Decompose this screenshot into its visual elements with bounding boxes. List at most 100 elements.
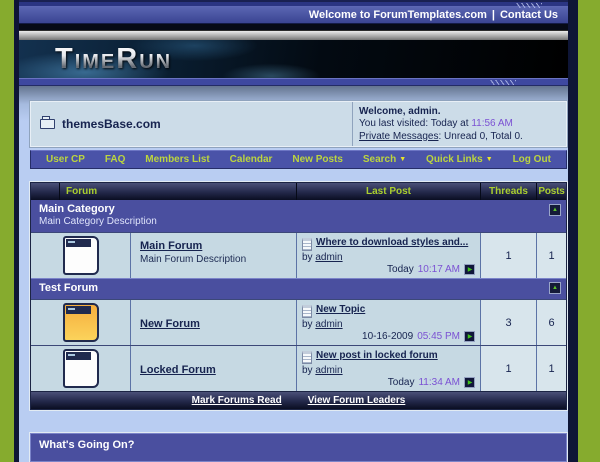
collapse-category-button[interactable]: ▲ xyxy=(549,204,561,216)
forum-link-new-forum[interactable]: New Forum xyxy=(140,318,200,330)
threads-count: 1 xyxy=(480,233,536,278)
welcome-box: Welcome, admin. You last visited: Today … xyxy=(352,101,566,146)
category-row-main: Main Category Main Category Description … xyxy=(31,200,566,232)
contact-us-link[interactable]: Contact Us xyxy=(500,9,558,21)
dropdown-arrow-icon: ▼ xyxy=(399,156,407,163)
lastpost-date: Today xyxy=(387,377,415,388)
by-label: by xyxy=(302,365,313,376)
forum-description: Main Forum Description xyxy=(140,254,247,265)
nav-quick-links-label: Quick Links xyxy=(426,154,483,165)
collapse-arrow-icon: ▲ xyxy=(552,285,558,291)
lastpost-thread-link[interactable]: New post in locked forum xyxy=(316,350,438,361)
nav-log-out[interactable]: Log Out xyxy=(513,154,551,165)
icon-dash xyxy=(67,308,75,310)
goto-lastpost-button[interactable]: ▶ xyxy=(464,264,475,275)
header-icon-column xyxy=(31,183,59,200)
last-post-cell: New post in locked forum by admin Today 1… xyxy=(296,346,480,391)
nav-search[interactable]: Search ▼ xyxy=(363,154,406,165)
whats-going-on-panel: What's Going On? xyxy=(30,433,567,462)
forum-status-cell xyxy=(31,346,130,391)
lastpost-date: Today xyxy=(387,264,414,275)
posts-count: 6 xyxy=(536,300,566,345)
nav-search-label: Search xyxy=(362,154,397,165)
by-label: by xyxy=(302,319,313,330)
site-title: themesBase.com xyxy=(62,116,161,131)
collapse-category-button[interactable]: ▲ xyxy=(549,282,561,294)
top-links-bar: Welcome to ForumTemplates.com | Contact … xyxy=(19,6,568,25)
site-logo[interactable]: TimeRun xyxy=(55,43,172,76)
top-accent-bar xyxy=(19,0,568,8)
category-title[interactable]: Main Category xyxy=(39,203,558,215)
goto-lastpost-button[interactable]: ▶ xyxy=(464,331,475,342)
private-messages-link[interactable]: Private Messages xyxy=(359,131,438,142)
category-description: Main Category Description xyxy=(39,216,157,227)
goto-arrow-icon: ▶ xyxy=(467,333,473,340)
header-last-post: Last Post xyxy=(296,183,480,200)
lastpost-time: 10:17 AM xyxy=(417,264,460,275)
last-post-cell: New Topic by admin 10-16-2009 05:45 PM ▶ xyxy=(296,300,480,345)
whats-going-on-title: What's Going On? xyxy=(30,433,567,462)
lastpost-author-link[interactable]: admin xyxy=(315,319,342,330)
forum-row-locked-forum: Locked Forum New post in locked forum by… xyxy=(31,345,566,391)
banner-bottom-strip xyxy=(19,78,568,86)
forum-table-footer: Mark Forums Read View Forum Leaders xyxy=(31,391,566,409)
site-header-panel: themesBase.com Welcome, admin. You last … xyxy=(30,100,567,147)
header-forum: Forum xyxy=(59,183,296,200)
forum-new-posts-icon xyxy=(62,303,99,342)
goto-arrow-icon: ▶ xyxy=(467,379,473,386)
category-row-test: Test Forum ▲ xyxy=(31,278,566,299)
goto-lastpost-button[interactable]: ▶ xyxy=(464,377,475,388)
forum-table: Forum Last Post Threads Posts Main Categ… xyxy=(30,182,567,410)
green-frame: Welcome to ForumTemplates.com | Contact … xyxy=(0,0,600,462)
lastpost-author-link[interactable]: admin xyxy=(315,252,342,263)
forum-title-cell: Locked Forum xyxy=(130,346,296,391)
lastpost-author-link[interactable]: admin xyxy=(315,365,342,376)
diagonal-stripes-decoration xyxy=(490,80,516,86)
header-threads: Threads xyxy=(480,183,536,200)
forum-link-main-forum[interactable]: Main Forum xyxy=(140,240,202,252)
nav-members-list[interactable]: Members List xyxy=(145,154,209,165)
forum-table-header: Forum Last Post Threads Posts xyxy=(31,183,566,200)
collapse-arrow-icon: ▲ xyxy=(552,207,558,213)
lastpost-page-icon xyxy=(302,351,312,364)
category-title[interactable]: Test Forum xyxy=(39,282,558,294)
forum-link-locked-forum[interactable]: Locked Forum xyxy=(140,364,216,376)
mark-forums-read-link[interactable]: Mark Forums Read xyxy=(192,395,282,406)
lastpost-time: 11:34 AM xyxy=(418,377,460,388)
lastpost-thread-link[interactable]: New Topic xyxy=(316,304,365,315)
by-label: by xyxy=(302,252,313,263)
diagonal-stripes-decoration xyxy=(516,3,542,8)
lastpost-time: 05:45 PM xyxy=(417,331,460,342)
forum-row-main-forum: Main Forum Main Forum Description Where … xyxy=(31,232,566,278)
lastpost-page-icon xyxy=(302,305,312,318)
threads-count: 1 xyxy=(480,346,536,391)
site-title-cell: themesBase.com xyxy=(31,102,352,147)
nav-user-cp[interactable]: User CP xyxy=(46,154,85,165)
private-messages-status: : Unread 0, Total 0. xyxy=(438,130,523,142)
forum-row-new-forum: New Forum New Topic by admin 10-16-2009 0… xyxy=(31,299,566,345)
nav-quick-links[interactable]: Quick Links ▼ xyxy=(426,154,493,165)
forum-title-cell: Main Forum Main Forum Description xyxy=(130,233,296,278)
icon-dash xyxy=(67,354,75,356)
posts-count: 1 xyxy=(536,346,566,391)
forumtemplates-link[interactable]: Welcome to ForumTemplates.com xyxy=(309,9,487,21)
nav-faq[interactable]: FAQ xyxy=(105,154,126,165)
last-visited-time: 11:56 AM xyxy=(471,118,513,129)
nav-new-posts[interactable]: New Posts xyxy=(292,154,343,165)
welcome-greeting: Welcome, admin. xyxy=(359,105,441,117)
lastpost-thread-link[interactable]: Where to download styles and... xyxy=(316,237,468,248)
navbar: User CP FAQ Members List Calendar New Po… xyxy=(30,150,567,169)
page: Welcome to ForumTemplates.com | Contact … xyxy=(14,0,578,462)
view-forum-leaders-link[interactable]: View Forum Leaders xyxy=(308,395,406,406)
nav-calendar[interactable]: Calendar xyxy=(230,154,273,165)
page-body: themesBase.com Welcome, admin. You last … xyxy=(19,85,568,462)
logo-banner[interactable]: TimeRun xyxy=(19,40,568,79)
forum-title-cell: New Forum xyxy=(130,300,296,345)
goto-arrow-icon: ▶ xyxy=(467,266,473,273)
forum-old-posts-icon xyxy=(62,349,99,388)
forum-status-cell xyxy=(31,300,130,345)
banner-silver-bar xyxy=(19,30,568,41)
icon-dash xyxy=(67,241,75,243)
dropdown-arrow-icon: ▼ xyxy=(485,156,493,163)
private-messages-line: Private Messages: Unread 0, Total 0. xyxy=(359,131,560,144)
